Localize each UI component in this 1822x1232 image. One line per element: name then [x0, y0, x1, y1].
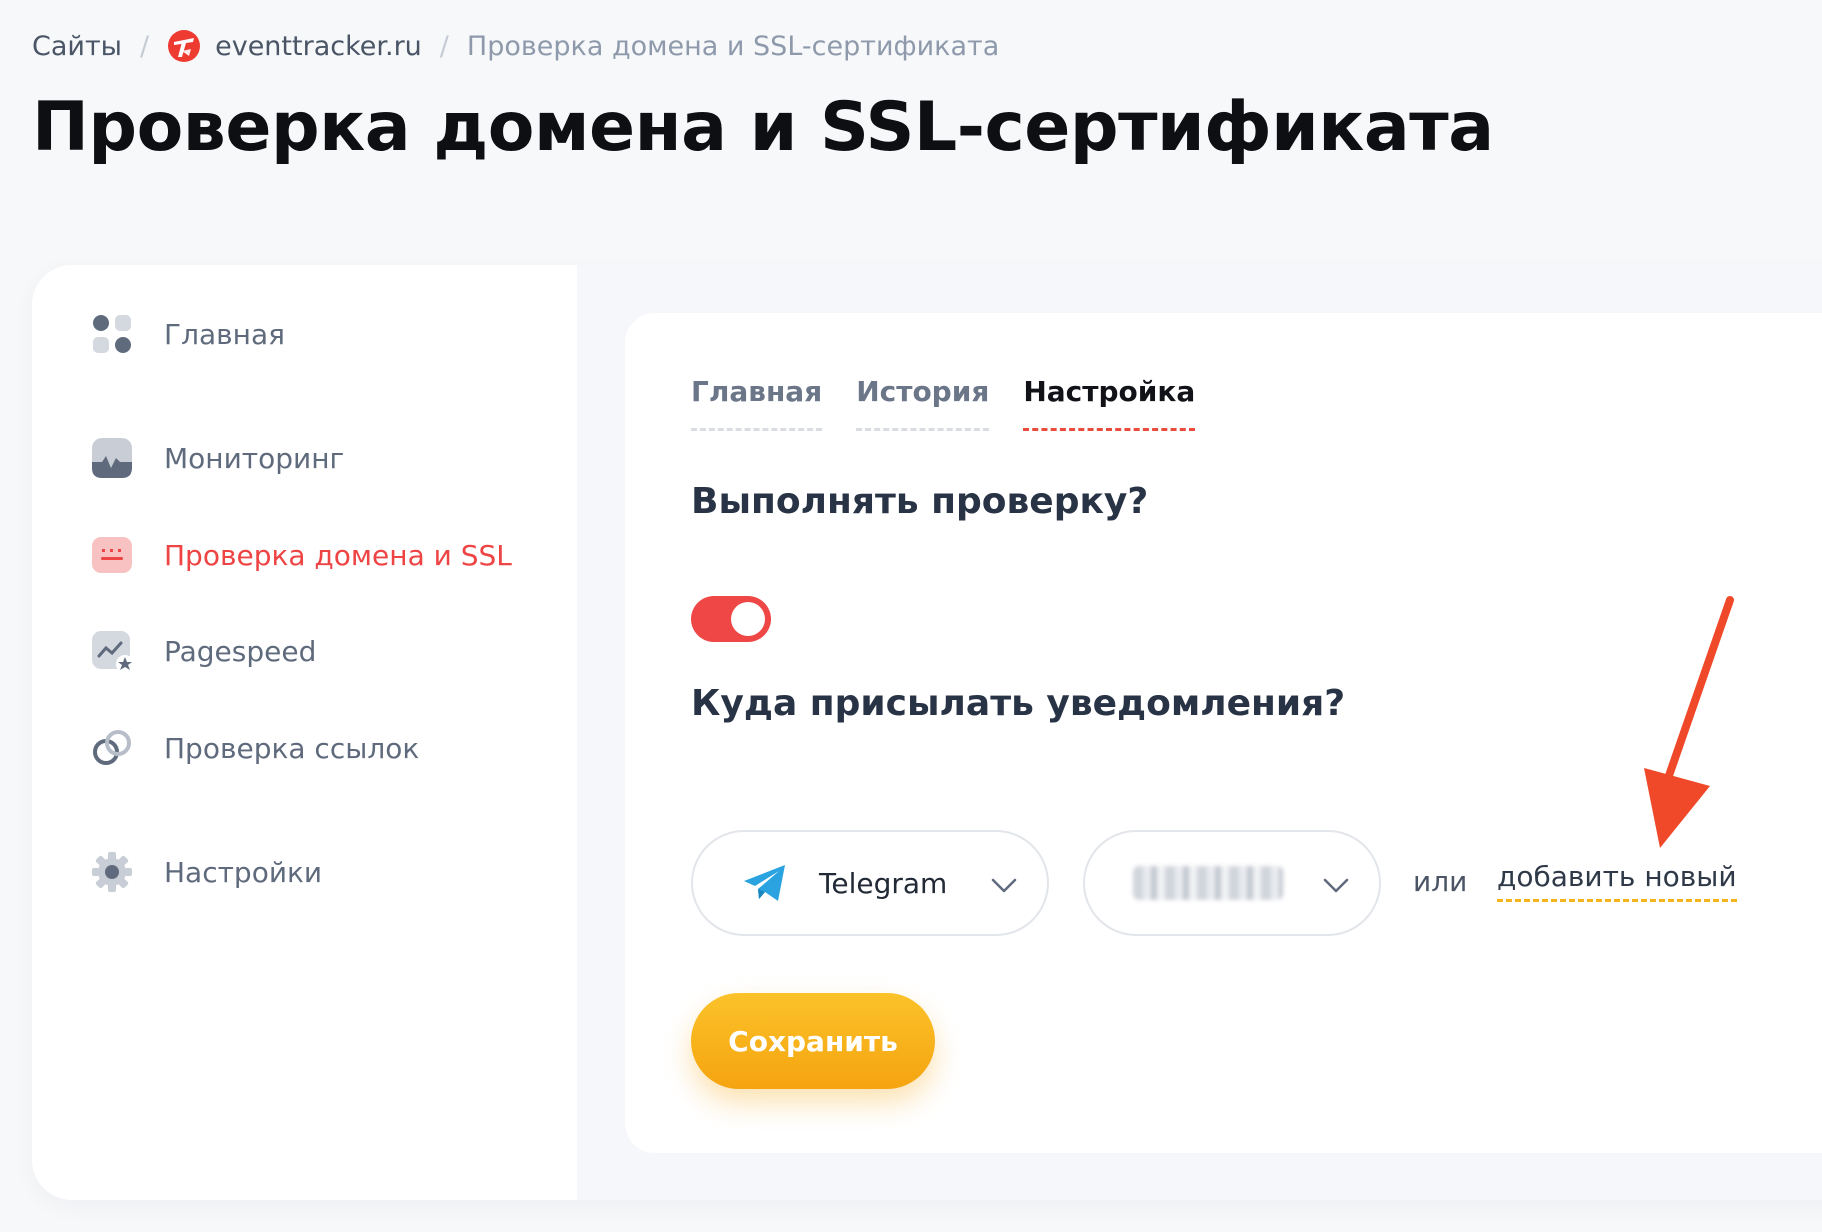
sidebar-item-label: Мониторинг: [164, 441, 345, 475]
tab-main[interactable]: Главная: [691, 375, 823, 431]
telegram-icon: [744, 865, 785, 901]
dashboard-icon: [93, 315, 131, 353]
messenger-select[interactable]: Telegram: [691, 830, 1049, 936]
main-card: Главная Мониторинг Проверка домена и SSL: [32, 265, 1822, 1200]
save-button[interactable]: Сохранить: [691, 993, 935, 1089]
breadcrumb-site-link[interactable]: eventtracker.ru: [167, 29, 422, 63]
check-toggle[interactable]: [691, 596, 771, 642]
ssl-icon: [92, 537, 132, 573]
sidebar-item-monitoring[interactable]: Мониторинг: [90, 436, 344, 480]
chevron-down-icon: [991, 878, 1017, 893]
monitoring-icon: [92, 438, 132, 478]
breadcrumb-separator: /: [439, 30, 449, 62]
add-new-link[interactable]: добавить новый: [1497, 860, 1737, 902]
tab-history[interactable]: История: [856, 375, 990, 431]
link-icon: [93, 730, 131, 765]
page-title: Проверка домена и SSL-сертификата: [32, 88, 1494, 167]
toggle-knob: [731, 602, 765, 636]
account-select[interactable]: [1083, 830, 1381, 936]
blurred-account-value: [1133, 866, 1283, 900]
breadcrumb: Сайты / eventtracker.ru / Проверка домен…: [32, 26, 999, 66]
pagespeed-icon: [92, 631, 134, 673]
breadcrumb-sites-link[interactable]: Сайты: [32, 31, 122, 62]
eventtracker-logo-icon: [168, 30, 201, 62]
sidebar-item-label: Проверка домена и SSL: [164, 538, 512, 572]
or-text: или: [1413, 865, 1468, 898]
sidebar-item-link-check[interactable]: Проверка ссылок: [90, 726, 419, 770]
breadcrumb-site-label: eventtracker.ru: [215, 30, 422, 62]
sidebar-item-pagespeed[interactable]: Pagespeed: [90, 629, 316, 673]
sidebar-item-main[interactable]: Главная: [90, 312, 285, 356]
sidebar-item-label: Настройки: [164, 855, 323, 889]
tabs: Главная История Настройка: [691, 375, 1229, 431]
sidebar-item-label: Pagespeed: [164, 634, 317, 668]
sidebar-item-ssl-check[interactable]: Проверка домена и SSL: [90, 533, 512, 577]
gear-icon: [92, 852, 132, 892]
tab-settings[interactable]: Настройка: [1023, 375, 1196, 431]
breadcrumb-current: Проверка домена и SSL-сертификата: [466, 30, 1000, 62]
chevron-down-icon: [1323, 878, 1349, 893]
sidebar-item-label: Главная: [164, 317, 285, 351]
sidebar-item-settings[interactable]: Настройки: [90, 850, 322, 894]
messenger-select-value: Telegram: [819, 866, 948, 900]
breadcrumb-separator: /: [140, 30, 150, 62]
annotation-arrow-icon: [1644, 596, 1734, 848]
sidebar-item-label: Проверка ссылок: [164, 731, 420, 765]
check-question-heading: Выполнять проверку?: [691, 481, 1149, 522]
sidebar: Главная Мониторинг Проверка домена и SSL: [32, 265, 577, 1200]
notify-question-heading: Куда присылать уведомления?: [691, 683, 1346, 724]
